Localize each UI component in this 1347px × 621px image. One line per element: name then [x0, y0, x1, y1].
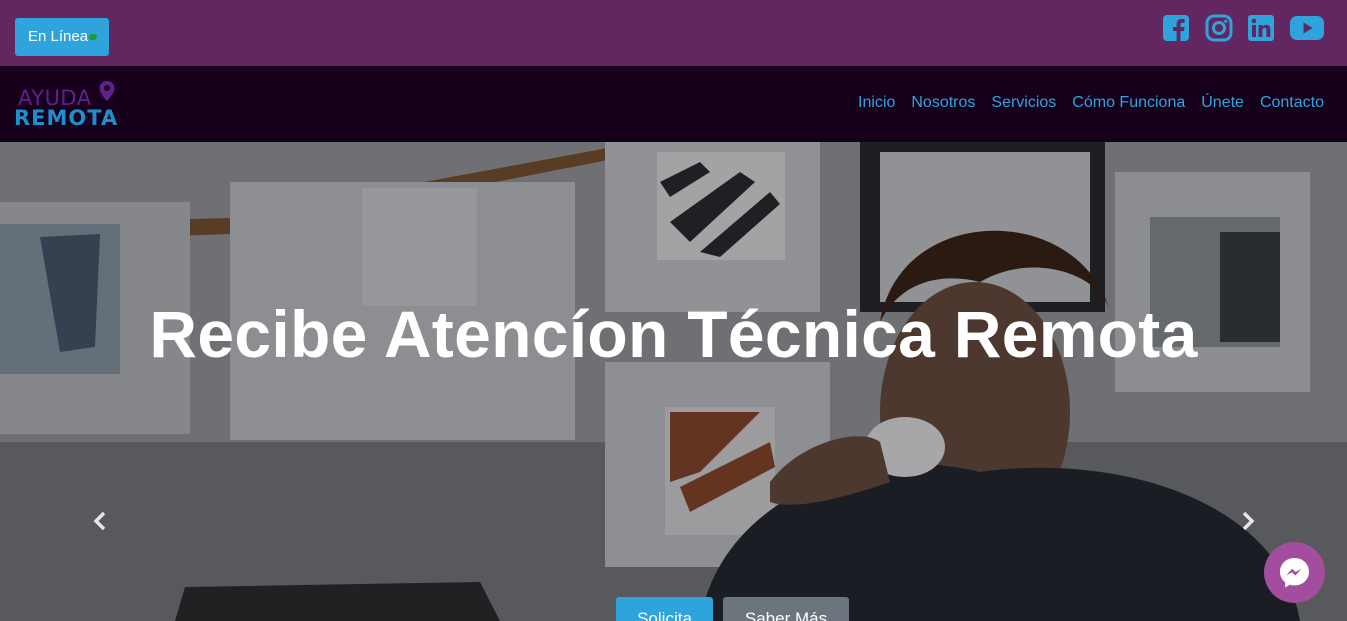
hero-background-image — [0, 142, 1347, 621]
hero-carousel: Recibe Atencíon Técnica Remota Solicita … — [0, 142, 1347, 621]
linkedin-icon[interactable] — [1247, 14, 1275, 42]
nav-link-contacto[interactable]: Contacto — [1260, 94, 1324, 112]
logo-text-bottom: REMOTA — [14, 106, 119, 130]
nav-link-servicios[interactable]: Servicios — [991, 94, 1056, 112]
online-status-button[interactable]: En Línea — [15, 18, 109, 56]
solicita-button[interactable]: Solicita — [616, 597, 713, 621]
nav-menu: Inicio Nosotros Servicios Cómo Funciona … — [858, 94, 1324, 112]
nav-link-unete[interactable]: Únete — [1201, 94, 1244, 112]
messenger-chat-button[interactable] — [1264, 542, 1325, 603]
logo[interactable]: AYUDA REMOTA — [14, 80, 118, 130]
hero-title: Recibe Atencíon Técnica Remota — [149, 297, 1198, 371]
youtube-icon[interactable] — [1290, 16, 1324, 40]
nav-link-inicio[interactable]: Inicio — [858, 94, 895, 112]
carousel-next-button[interactable] — [1236, 507, 1260, 537]
carousel-prev-button[interactable] — [88, 507, 112, 537]
nav-link-como-funciona[interactable]: Cómo Funciona — [1072, 94, 1185, 112]
top-bar: En Línea — [0, 0, 1347, 66]
chevron-right-icon — [1242, 511, 1255, 531]
saber-mas-button[interactable]: Saber Más — [723, 597, 849, 621]
instagram-icon[interactable] — [1205, 14, 1233, 42]
online-status-label: En Línea — [28, 28, 89, 45]
location-pin-icon — [99, 81, 115, 101]
nav-link-nosotros[interactable]: Nosotros — [911, 94, 975, 112]
main-navbar: AYUDA REMOTA Inicio Nosotros Servicios C… — [0, 66, 1347, 142]
chevron-left-icon — [93, 511, 106, 531]
facebook-icon[interactable] — [1162, 14, 1190, 42]
messenger-icon — [1280, 558, 1309, 588]
online-status-dot — [89, 34, 98, 40]
